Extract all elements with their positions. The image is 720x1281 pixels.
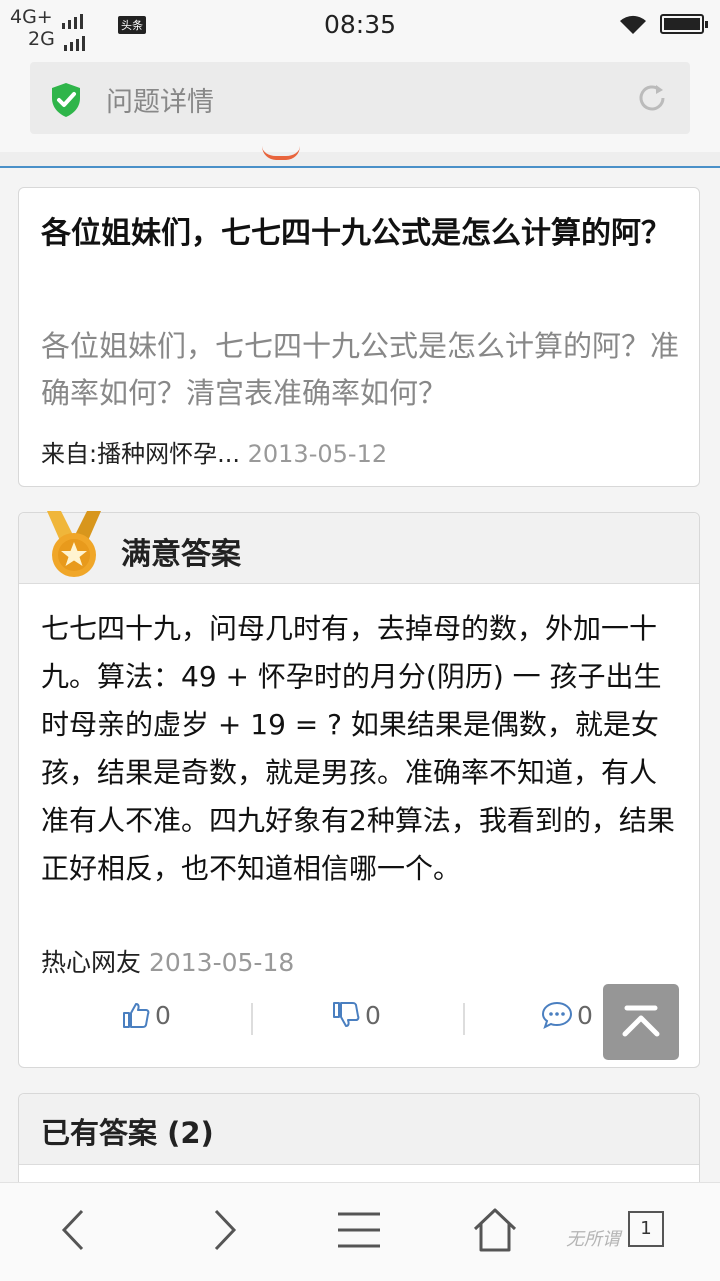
answer-date: 2013-05-18 xyxy=(148,948,295,977)
best-answer-heading: 满意答案 xyxy=(121,537,241,572)
question-source[interactable]: 来自:播种网怀孕... xyxy=(41,440,240,468)
clock: 08:35 xyxy=(323,10,397,39)
action-divider xyxy=(251,1003,253,1035)
wifi-icon xyxy=(620,15,646,34)
tabs-button[interactable]: 1 xyxy=(628,1211,664,1247)
comment-button[interactable]: 0 xyxy=(541,999,593,1030)
page-title: 问题详情 xyxy=(106,87,214,118)
action-divider xyxy=(463,1003,465,1035)
arrow-up-icon xyxy=(622,1005,660,1037)
thumbs-down-icon xyxy=(333,1002,360,1027)
like-button[interactable]: 0 xyxy=(121,999,171,1030)
reload-icon[interactable] xyxy=(636,82,668,114)
dislike-count: 0 xyxy=(365,1000,381,1030)
battery-icon xyxy=(660,14,708,34)
dislike-button[interactable]: 0 xyxy=(331,999,381,1030)
watermark: 无所谓 xyxy=(566,1229,620,1250)
answers-header: 已有答案 (2) xyxy=(19,1094,699,1165)
question-description: 各位姐妹们，七七四十九公式是怎么计算的阿？准确率如何？清宫表准确率如何？ xyxy=(41,329,680,410)
menu-icon[interactable] xyxy=(336,1207,382,1253)
best-answer-body: 七七四十九，问母几时有，去掉母的数，外加一十九。算法：49 + 怀孕时的月分(阴… xyxy=(41,612,675,885)
question-date: 2013-05-12 xyxy=(247,440,388,468)
status-bar: 4G+ 2G 头条 08:35 xyxy=(0,0,720,52)
back-icon[interactable] xyxy=(56,1207,90,1253)
answer-author: 热心网友 xyxy=(41,948,142,977)
browser-toolbar: 问题详情 xyxy=(0,52,720,152)
answers-heading: 已有答案 (2) xyxy=(41,1116,214,1150)
forward-icon[interactable] xyxy=(208,1207,242,1253)
question-meta: 来自:播种网怀孕... 2013-05-12 xyxy=(41,434,387,469)
answer-actions: 0 0 0 xyxy=(19,999,699,1039)
best-answer-header: 满意答案 xyxy=(19,511,699,584)
best-answer-meta: 热心网友 2013-05-18 xyxy=(41,943,294,979)
like-count: 0 xyxy=(155,1000,171,1030)
thumbs-up-icon xyxy=(123,1003,150,1028)
best-answer-card: 满意答案 七七四十九，问母几时有，去掉母的数，外加一十九。算法：49 + 怀孕时… xyxy=(18,511,700,1068)
question-title: 各位姐妹们，七七四十九公式是怎么计算的阿？ xyxy=(41,216,671,251)
page-header-strip xyxy=(0,152,720,168)
home-icon[interactable] xyxy=(472,1207,518,1253)
medal-icon xyxy=(47,511,101,577)
comment-icon xyxy=(541,1001,573,1029)
question-card: 各位姐妹们，七七四十九公式是怎么计算的阿？ 各位姐妹们，七七四十九公式是怎么计算… xyxy=(18,187,700,487)
back-to-top-button[interactable] xyxy=(603,984,679,1060)
address-bar[interactable]: 问题详情 xyxy=(30,62,690,134)
browser-bottom-nav: 1 无所谓 xyxy=(0,1182,720,1281)
shield-check-icon xyxy=(52,83,80,117)
comment-count: 0 xyxy=(577,1000,593,1030)
